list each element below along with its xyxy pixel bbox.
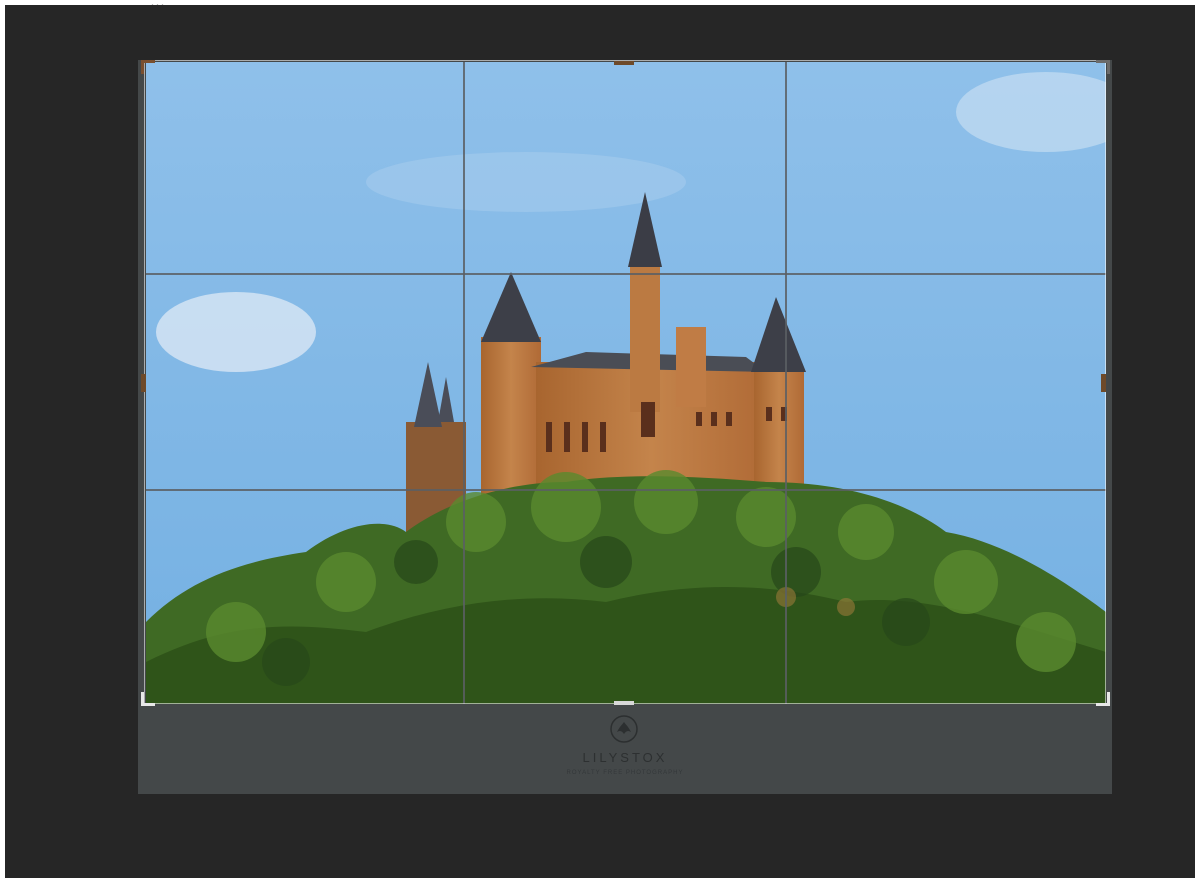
watermark: LILYSTOX ROYALTY FREE PHOTOGRAPHY — [138, 708, 1112, 788]
crop-handle-bottom[interactable] — [614, 701, 634, 705]
crop-handle-top-right[interactable] — [1096, 60, 1110, 74]
crop-handle-left[interactable] — [141, 374, 146, 392]
crop-handle-bottom-right[interactable] — [1096, 692, 1110, 706]
crop-handle-top[interactable] — [614, 61, 634, 65]
watermark-tagline: ROYALTY FREE PHOTOGRAPHY — [566, 770, 684, 776]
watermark-brand: LILYSTOX — [582, 750, 668, 765]
crop-grid-line-horizontal-1 — [146, 273, 1106, 275]
castle-photo — [146, 62, 1106, 704]
crop-handle-bottom-left[interactable] — [141, 692, 155, 706]
crop-grid-line-vertical-2 — [785, 62, 787, 704]
lily-logo-icon — [610, 715, 638, 743]
crop-handle-right[interactable] — [1101, 374, 1106, 392]
crop-grid-line-horizontal-2 — [146, 489, 1106, 491]
crop-grid-line-vertical-1 — [463, 62, 465, 704]
crop-handle-top-left[interactable] — [141, 60, 155, 74]
